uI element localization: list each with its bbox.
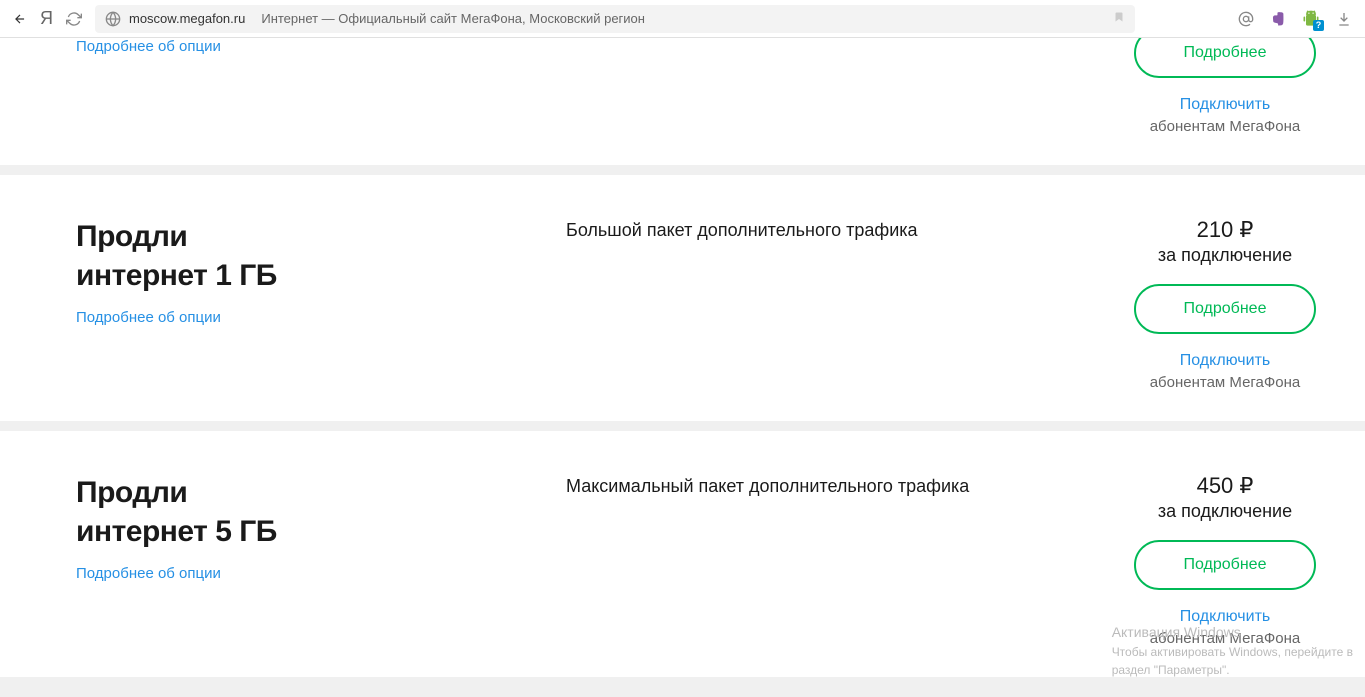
- more-about-option-link[interactable]: Подробнее об опции: [76, 565, 221, 582]
- details-button[interactable]: Подробнее: [1134, 540, 1317, 590]
- at-icon[interactable]: [1237, 10, 1255, 28]
- globe-icon: [105, 11, 121, 27]
- connect-link[interactable]: Подключить: [1115, 96, 1335, 114]
- evernote-icon[interactable]: [1269, 10, 1287, 28]
- details-button[interactable]: Подробнее: [1134, 284, 1317, 334]
- more-about-option-link[interactable]: Подробнее об опции: [76, 38, 221, 55]
- android-extension-icon[interactable]: ?: [1301, 9, 1321, 29]
- connect-subtext: абонентам МегаФона: [1115, 118, 1335, 135]
- bookmark-icon[interactable]: [1113, 10, 1125, 27]
- toolbar-right: ?: [1237, 9, 1353, 29]
- yandex-logo[interactable]: Я: [40, 8, 53, 29]
- refresh-button[interactable]: [65, 10, 83, 28]
- connect-subtext: абонентам МегаФона: [1115, 374, 1335, 391]
- details-button[interactable]: Подробнее: [1134, 38, 1317, 78]
- tariff-card: Подробнее об опции Подробнее Подключить …: [0, 38, 1365, 165]
- page-title: Интернет — Официальный сайт МегаФона, Мо…: [261, 11, 645, 26]
- tariff-title: Продлиинтернет 5 ГБ: [76, 473, 566, 551]
- tariff-card: Продлиинтернет 1 ГБ Подробнее об опции Б…: [0, 175, 1365, 421]
- back-button[interactable]: [12, 11, 28, 27]
- windows-activation-watermark: Активация Windows Чтобы активировать Win…: [1112, 622, 1353, 679]
- tariff-price-sub: за подключение: [1115, 501, 1335, 522]
- connect-link[interactable]: Подключить: [1115, 352, 1335, 370]
- content-area: Подробнее об опции Подробнее Подключить …: [0, 38, 1365, 697]
- more-about-option-link[interactable]: Подробнее об опции: [76, 309, 221, 326]
- tariff-title: Продлиинтернет 1 ГБ: [76, 217, 566, 295]
- address-bar[interactable]: moscow.megafon.ru Интернет — Официальный…: [95, 5, 1135, 33]
- tariff-price-sub: за подключение: [1115, 245, 1335, 266]
- tariff-price: 210 ₽: [1115, 217, 1335, 243]
- download-icon[interactable]: [1335, 10, 1353, 28]
- browser-toolbar: Я moscow.megafon.ru Интернет — Официальн…: [0, 0, 1365, 38]
- tariff-description: Максимальный пакет дополнительного трафи…: [566, 473, 1095, 500]
- tariff-description: Большой пакет дополнительного трафика: [566, 217, 1095, 244]
- tariff-price: 450 ₽: [1115, 473, 1335, 499]
- extension-badge: ?: [1313, 20, 1324, 31]
- url-text: moscow.megafon.ru: [129, 11, 245, 26]
